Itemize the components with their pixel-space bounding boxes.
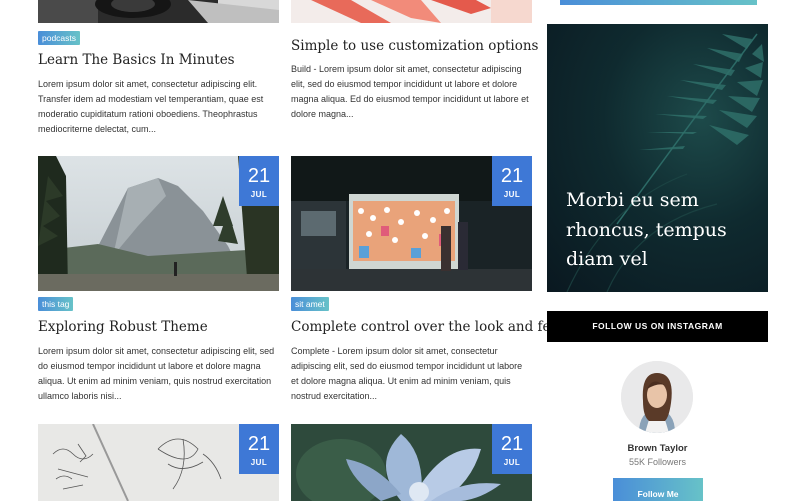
post-tag[interactable]: this tag — [38, 297, 74, 311]
post-image-flower[interactable] — [291, 0, 532, 23]
post-title[interactable]: Learn The Basics In Minutes — [38, 52, 283, 68]
date-day: 21 — [500, 165, 524, 187]
profile-name: Brown Taylor — [627, 443, 688, 454]
post-image-headphones[interactable] — [38, 0, 279, 23]
profile-photo — [621, 361, 693, 433]
post-title[interactable]: Simple to use customization options — [291, 38, 539, 54]
post-tag[interactable]: podcasts — [38, 31, 81, 45]
date-badge: 21 JUL — [239, 156, 279, 206]
post-excerpt: Complete - Lorem ipsum dolor sit amet, c… — [291, 346, 523, 401]
date-day: 21 — [247, 165, 271, 187]
profile-followers: 55K Followers — [628, 457, 687, 467]
post-image-mountain[interactable]: 21 JUL — [38, 156, 279, 291]
post-title[interactable]: Complete control over the look and feel — [291, 319, 563, 335]
follow-instagram-button[interactable]: FOLLOW US ON INSTAGRAM — [547, 311, 768, 342]
post-title[interactable]: Exploring Robust Theme — [38, 319, 283, 335]
date-day: 21 — [500, 433, 524, 455]
post-image-succulent[interactable]: 21 JUL — [291, 424, 532, 501]
date-month: JUL — [503, 190, 521, 199]
post-image-sketch[interactable]: 21 JUL — [38, 424, 279, 501]
date-badge: 21 JUL — [492, 424, 532, 474]
promo-banner[interactable]: Morbi eu sem rhoncus, tempus diam vel — [547, 24, 768, 292]
date-month: JUL — [250, 458, 268, 467]
date-badge: 21 JUL — [492, 156, 532, 206]
post-tag[interactable]: sit amet — [291, 297, 329, 311]
flower-photo — [291, 0, 532, 23]
post-image-kiosk[interactable]: 21 JUL — [291, 156, 532, 291]
date-month: JUL — [503, 458, 521, 467]
date-day: 21 — [247, 433, 271, 455]
sidebar-top-bar — [560, 0, 757, 5]
post-excerpt: Lorem ipsum dolor sit amet, consectetur … — [38, 346, 275, 401]
promo-text: Morbi eu sem rhoncus, tempus diam vel — [566, 189, 727, 270]
post-excerpt: Build - Lorem ipsum dolor sit amet, cons… — [291, 64, 529, 119]
date-month: JUL — [250, 190, 268, 199]
post-excerpt: Lorem ipsum dolor sit amet, consectetur … — [38, 79, 264, 134]
headphones-photo — [38, 0, 279, 23]
follow-me-button[interactable]: Follow Me — [613, 478, 703, 501]
date-badge: 21 JUL — [239, 424, 279, 474]
avatar[interactable] — [621, 361, 693, 433]
